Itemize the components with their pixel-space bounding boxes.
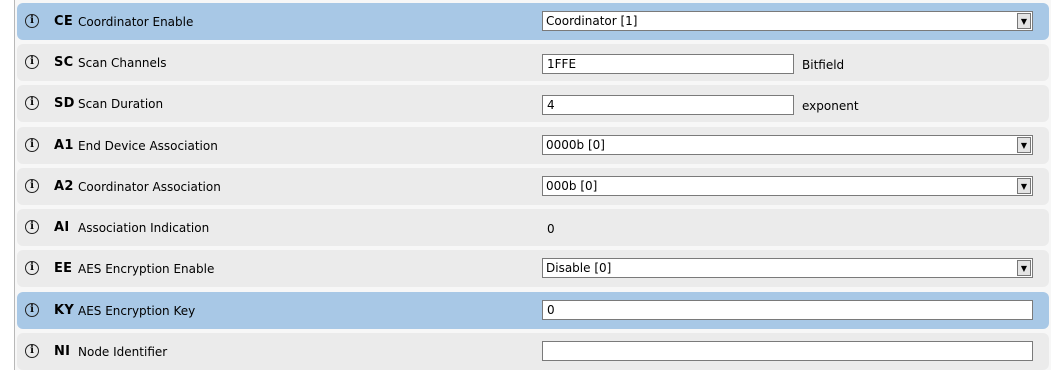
info-icon[interactable]: i [25, 138, 39, 152]
setting-row-ni[interactable]: i NI Node Identifier [17, 333, 1049, 370]
setting-code: SC [54, 55, 74, 70]
dropdown-arrow-icon[interactable]: ▼ [1017, 13, 1031, 29]
setting-row-sc[interactable]: i SC Scan Channels Bitfield [17, 44, 1049, 81]
setting-row-ai[interactable]: i AI Association Indication 0 [17, 209, 1049, 246]
field-suffix: Bitfield [802, 58, 845, 72]
select-value: Disable [0] [546, 261, 612, 275]
info-icon[interactable]: i [25, 179, 39, 193]
setting-code: SD [54, 96, 75, 111]
setting-row-a2[interactable]: i A2 Coordinator Association 000b [0] ▼ [17, 168, 1049, 205]
select-value: Coordinator [1] [546, 14, 638, 28]
setting-code: AI [54, 220, 70, 235]
scan-duration-input[interactable] [542, 95, 794, 115]
setting-label: Association Indication [78, 221, 210, 235]
info-icon[interactable]: i [25, 303, 39, 317]
aes-encryption-enable-select[interactable]: Disable [0] ▼ [542, 258, 1033, 278]
setting-row-ky[interactable]: i KY AES Encryption Key [17, 292, 1049, 329]
scan-duration-field[interactable] [543, 96, 793, 114]
aes-encryption-key-input[interactable] [542, 300, 1033, 320]
aes-encryption-key-field[interactable] [543, 301, 1032, 319]
setting-row-a1[interactable]: i A1 End Device Association 0000b [0] ▼ [17, 127, 1049, 164]
setting-code: EE [54, 261, 73, 276]
setting-label: Coordinator Association [78, 180, 221, 194]
settings-panel: i CE Coordinator Enable Coordinator [1] … [14, 0, 1051, 370]
setting-code: A2 [54, 179, 74, 194]
info-icon[interactable]: i [25, 96, 39, 110]
setting-row-sd[interactable]: i SD Scan Duration exponent [17, 85, 1049, 122]
node-identifier-field[interactable] [543, 342, 1032, 360]
select-value: 000b [0] [546, 179, 598, 193]
setting-label: AES Encryption Enable [78, 262, 215, 276]
coordinator-enable-select[interactable]: Coordinator [1] ▼ [542, 11, 1033, 31]
end-device-association-select[interactable]: 0000b [0] ▼ [542, 135, 1033, 155]
setting-label: Scan Duration [78, 97, 164, 111]
node-identifier-input[interactable] [542, 341, 1033, 361]
dropdown-arrow-icon[interactable]: ▼ [1017, 260, 1031, 276]
setting-label: Scan Channels [78, 56, 167, 70]
setting-label: Node Identifier [78, 345, 168, 359]
association-indication-value: 0 [547, 222, 555, 236]
info-icon[interactable]: i [25, 55, 39, 69]
field-suffix: exponent [802, 99, 859, 113]
setting-label: Coordinator Enable [78, 15, 194, 29]
setting-code: KY [54, 303, 75, 318]
setting-label: End Device Association [78, 139, 218, 153]
setting-label: AES Encryption Key [78, 304, 196, 318]
scan-channels-input[interactable] [542, 54, 794, 74]
setting-code: NI [54, 344, 71, 359]
setting-code: CE [54, 14, 74, 29]
info-icon[interactable]: i [25, 220, 39, 234]
setting-code: A1 [54, 138, 74, 153]
setting-row-ee[interactable]: i EE AES Encryption Enable Disable [0] ▼ [17, 250, 1049, 287]
setting-row-ce[interactable]: i CE Coordinator Enable Coordinator [1] … [17, 3, 1049, 40]
info-icon[interactable]: i [25, 261, 39, 275]
dropdown-arrow-icon[interactable]: ▼ [1017, 137, 1031, 153]
info-icon[interactable]: i [25, 344, 39, 358]
select-value: 0000b [0] [546, 138, 605, 152]
dropdown-arrow-icon[interactable]: ▼ [1017, 178, 1031, 194]
info-icon[interactable]: i [25, 14, 39, 28]
scan-channels-field[interactable] [543, 55, 793, 73]
coordinator-association-select[interactable]: 000b [0] ▼ [542, 176, 1033, 196]
